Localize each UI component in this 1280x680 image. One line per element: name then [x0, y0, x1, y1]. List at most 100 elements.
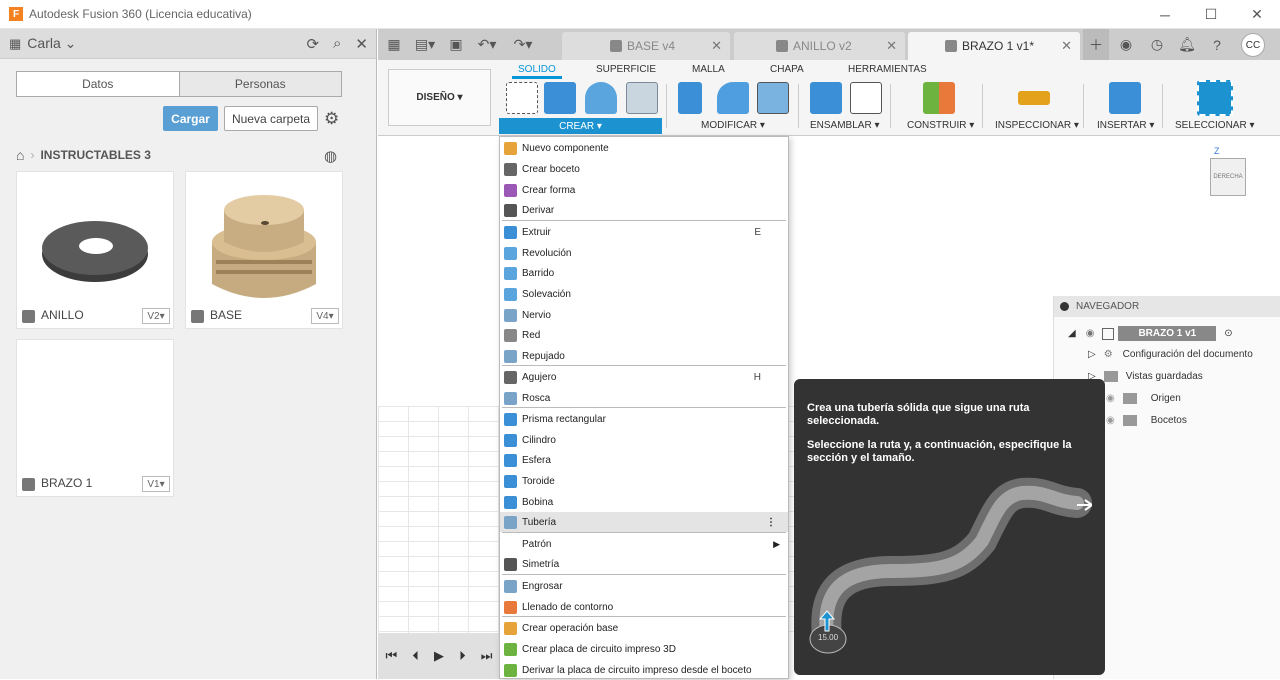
help-icon[interactable]: ? — [1204, 29, 1230, 60]
file-icon[interactable]: ▤▾ — [407, 29, 443, 60]
menu-item-base-feature[interactable]: Crear operación base — [500, 618, 788, 638]
refresh-icon[interactable]: ⟳ — [306, 35, 319, 53]
modify-menu-button[interactable]: MODIFICAR ▾ — [701, 120, 765, 131]
version-dropdown[interactable]: V4▾ — [311, 308, 339, 324]
grid-menu-icon[interactable]: ▦ — [381, 29, 407, 60]
tab-malla[interactable]: MALLA — [692, 64, 725, 75]
revolve-icon[interactable] — [585, 82, 617, 114]
menu-item-derive-pcb-from-sketch[interactable]: Derivar la placa de circuito impreso des… — [500, 660, 788, 680]
menu-item-emboss[interactable]: Repujado — [500, 346, 788, 366]
file-card-anillo[interactable]: ANILLO V2▾ — [16, 171, 174, 329]
save-icon[interactable]: ▣ — [443, 29, 469, 60]
doc-tab-brazo[interactable]: BRAZO 1 v1* ✕ — [908, 32, 1080, 60]
navigator-node[interactable]: ▷ Vistas guardadas — [1088, 371, 1203, 382]
menu-item-boundary-fill[interactable]: Llenado de contorno — [500, 597, 788, 617]
insert-image-icon[interactable] — [1109, 82, 1141, 114]
play-icon[interactable]: ▶ — [434, 648, 444, 664]
menu-item-pipe[interactable]: Tubería ⋮ — [500, 512, 788, 532]
activate-icon[interactable]: ⊙ — [1224, 328, 1232, 339]
menu-item-cylinder[interactable]: Cilindro — [500, 430, 788, 450]
joint-icon[interactable] — [850, 82, 882, 114]
menu-item-revolve[interactable]: Revolución — [500, 243, 788, 263]
menu-item-torus[interactable]: Toroide — [500, 471, 788, 491]
maximize-button[interactable]: ☐ — [1188, 0, 1234, 29]
extensions-icon[interactable]: ◉ — [1113, 29, 1139, 60]
new-tab-icon[interactable]: ＋ — [1083, 29, 1109, 60]
collapse-icon[interactable]: ◢ — [1068, 328, 1076, 339]
navigator-node[interactable]: ◉ Origen — [1106, 393, 1181, 404]
eye-icon[interactable]: ◉ — [1086, 328, 1095, 339]
menu-item-web[interactable]: Red — [500, 325, 788, 345]
navigator-header[interactable]: NAVEGADOR — [1054, 296, 1280, 317]
menu-item-thread[interactable]: Rosca — [500, 388, 788, 408]
navigator-node[interactable]: ◉ Bocetos — [1106, 415, 1187, 426]
redo-icon[interactable]: ↷▾ — [505, 29, 541, 60]
menu-item-sweep[interactable]: Barrido — [500, 263, 788, 283]
close-tab-icon[interactable]: ✕ — [1061, 38, 1072, 54]
version-dropdown[interactable]: V1▾ — [142, 476, 170, 492]
assemble-menu-button[interactable]: ENSAMBLAR ▾ — [810, 120, 879, 131]
navigator-node[interactable]: ▷ ⚙ Configuración del documento — [1088, 349, 1253, 360]
close-tab-icon[interactable]: ✕ — [886, 38, 897, 54]
measure-icon[interactable] — [1018, 91, 1050, 105]
tab-herramientas[interactable]: HERRAMIENTAS — [848, 64, 927, 75]
upload-button[interactable]: Cargar — [163, 106, 218, 131]
tab-personas[interactable]: Personas — [178, 72, 341, 96]
new-component-icon[interactable] — [810, 82, 842, 114]
select-icon[interactable] — [1197, 80, 1233, 116]
menu-item-thicken[interactable]: Engrosar — [500, 576, 788, 596]
next-step-icon[interactable]: ⏵ — [459, 648, 466, 664]
doc-tab-base[interactable]: BASE v4 ✕ — [562, 32, 730, 60]
close-icon[interactable]: ✕ — [355, 35, 368, 53]
search-icon[interactable]: ⌕ — [333, 35, 341, 53]
file-card-base[interactable]: BASE V4▾ — [185, 171, 343, 329]
menu-item-loft[interactable]: Solevación — [500, 284, 788, 304]
undo-icon[interactable]: ↶▾ — [469, 29, 505, 60]
close-window-button[interactable]: ✕ — [1234, 0, 1280, 29]
tab-solido[interactable]: SOLIDO — [512, 64, 562, 79]
menu-item-rib[interactable]: Nervio — [500, 305, 788, 325]
menu-item-pattern[interactable]: Patrón ▶ — [500, 534, 788, 554]
eye-icon[interactable]: ◉ — [1106, 415, 1115, 426]
notifications-icon[interactable]: 🔔︎ — [1174, 29, 1200, 60]
navigator-root[interactable]: ◢ ◉ BRAZO 1 v1 ⊙ — [1068, 326, 1233, 341]
insert-menu-button[interactable]: INSERTAR ▾ — [1097, 120, 1154, 131]
tab-datos[interactable]: Datos — [17, 72, 179, 96]
menu-item-sphere[interactable]: Esfera — [500, 450, 788, 470]
tab-superficie[interactable]: SUPERFICIE — [596, 64, 656, 75]
minimize-button[interactable]: ─ — [1142, 0, 1188, 29]
create-menu-button[interactable]: CREAR ▾ — [499, 118, 662, 134]
fillet-icon[interactable] — [717, 82, 749, 114]
menu-item-new-component[interactable]: Nuevo componente — [500, 138, 788, 158]
menu-item-extrude[interactable]: Extruir E — [500, 222, 788, 242]
construct-menu-button[interactable]: CONSTRUIR ▾ — [907, 120, 974, 131]
menu-item-derive[interactable]: Derivar — [500, 200, 788, 220]
create-sketch-icon[interactable] — [506, 82, 538, 114]
chamfer-icon[interactable] — [757, 82, 789, 114]
doc-tab-anillo[interactable]: ANILLO v2 ✕ — [734, 32, 905, 60]
select-menu-button[interactable]: SELECCIONAR ▾ — [1175, 120, 1254, 131]
breadcrumb-folder[interactable]: INSTRUCTABLES 3 — [40, 148, 150, 162]
viewcube[interactable]: DERECHA — [1210, 158, 1246, 196]
file-card-brazo[interactable]: BRAZO 1 V1▾ — [16, 339, 174, 497]
hole-icon[interactable] — [626, 82, 658, 114]
last-step-icon[interactable]: ⏭ — [481, 648, 493, 664]
menu-item-create-form[interactable]: Crear forma — [500, 180, 788, 200]
tab-chapa[interactable]: CHAPA — [770, 64, 804, 75]
press-pull-icon[interactable] — [678, 82, 702, 114]
prev-step-icon[interactable]: ⏴ — [412, 648, 419, 664]
job-status-icon[interactable]: ◷ — [1144, 29, 1170, 60]
eye-icon[interactable]: ◉ — [1106, 393, 1115, 404]
gear-icon[interactable]: ⚙ — [324, 109, 339, 129]
user-selector[interactable]: Carla ⌄ — [27, 35, 76, 52]
avatar[interactable]: CC — [1241, 33, 1265, 57]
menu-item-coil[interactable]: Bobina — [500, 492, 788, 512]
close-tab-icon[interactable]: ✕ — [711, 38, 722, 54]
version-dropdown[interactable]: V2▾ — [142, 308, 170, 324]
first-step-icon[interactable]: ⏮ — [386, 648, 398, 664]
menu-item-create-3d-pcb[interactable]: Crear placa de circuito impreso 3D — [500, 639, 788, 659]
menu-item-hole[interactable]: Agujero H — [500, 367, 788, 387]
inspect-menu-button[interactable]: INSPECCIONAR ▾ — [995, 120, 1079, 131]
extrude-icon[interactable] — [544, 82, 576, 114]
menu-item-mirror[interactable]: Simetría — [500, 554, 788, 574]
